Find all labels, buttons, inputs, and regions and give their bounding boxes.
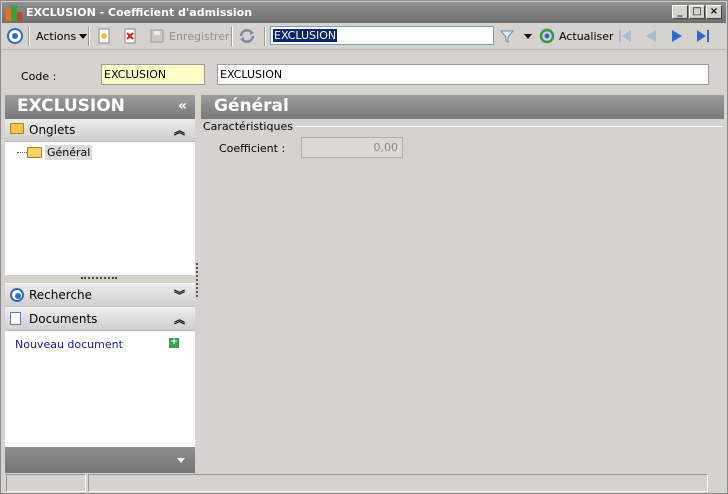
nav-circle-button[interactable] xyxy=(7,27,23,45)
save-icon xyxy=(150,29,164,43)
collapse-chevron-icon[interactable]: ︽ xyxy=(174,122,185,138)
dropdown-arrow-icon xyxy=(524,33,532,39)
previous-icon[interactable] xyxy=(643,29,659,43)
toolbar: Actions Enregistrer EXCLUSION Actualiser xyxy=(2,23,726,50)
section-recherche[interactable]: Recherche ︾ xyxy=(5,284,195,307)
section-documents-label: Documents xyxy=(29,312,98,326)
coefficient-label: Coefficient : xyxy=(219,142,286,155)
first-icon[interactable] xyxy=(617,29,633,43)
filter-dropdown-button[interactable] xyxy=(524,27,532,45)
new-document-button[interactable] xyxy=(96,27,112,45)
expand-chevron-icon[interactable]: ︾ xyxy=(174,287,185,303)
filter-button[interactable] xyxy=(499,27,515,45)
nav-circle-icon xyxy=(7,28,23,44)
window-title: EXCLUSION - Coefficient d'admission xyxy=(26,6,253,19)
new-document-link[interactable]: Nouveau document xyxy=(15,338,123,351)
group-title: Caractéristiques xyxy=(203,120,295,133)
libelle-field[interactable]: EXCLUSION xyxy=(217,64,709,85)
open-folder-icon xyxy=(27,147,42,158)
coefficient-field[interactable]: 0,00 xyxy=(301,137,403,158)
filter-icon xyxy=(499,30,515,43)
sync-icon xyxy=(239,29,255,43)
left-panel-title: EXCLUSION xyxy=(17,96,125,116)
section-onglets[interactable]: Onglets ︽ xyxy=(5,119,195,142)
documents-area: Nouveau document + xyxy=(5,332,195,447)
search-input-value: EXCLUSION xyxy=(273,29,338,42)
collapse-chevron-icon[interactable]: ︽ xyxy=(174,311,185,327)
tabs-tree: Général xyxy=(5,143,195,275)
left-panel-footer xyxy=(5,447,195,473)
document-icon xyxy=(10,312,21,325)
maximize-button[interactable]: □ xyxy=(689,5,705,19)
actions-menu-button[interactable]: Actions xyxy=(36,27,88,45)
status-cell xyxy=(6,474,86,492)
section-onglets-label: Onglets xyxy=(29,123,76,137)
close-button[interactable]: × xyxy=(706,5,722,19)
minimize-button[interactable]: _ xyxy=(672,5,688,19)
horizontal-splitter[interactable] xyxy=(5,275,195,283)
folder-icon xyxy=(10,123,24,134)
section-documents[interactable]: Documents ︽ xyxy=(5,308,195,331)
section-recherche-label: Recherche xyxy=(29,288,93,302)
left-panel-header: EXCLUSION « xyxy=(5,95,195,119)
right-panel-title: Général xyxy=(214,96,289,116)
search-circle-icon xyxy=(10,288,24,302)
delete-icon xyxy=(124,28,136,44)
refresh-label: Actualiser xyxy=(559,29,614,43)
collapse-panel-button[interactable]: « xyxy=(178,98,187,114)
footer-dropdown-icon[interactable] xyxy=(177,458,185,463)
search-input[interactable]: EXCLUSION xyxy=(270,26,494,45)
next-icon[interactable] xyxy=(669,29,685,43)
code-field[interactable]: EXCLUSION xyxy=(101,64,205,85)
last-icon[interactable] xyxy=(695,29,711,43)
toolbar-separator xyxy=(88,27,90,46)
tree-item-label: Général xyxy=(45,145,93,160)
actions-label: Actions xyxy=(36,29,77,43)
refresh-icon xyxy=(539,28,555,44)
dropdown-arrow-icon xyxy=(79,33,88,39)
status-cell xyxy=(88,474,708,492)
left-panel: EXCLUSION « Onglets ︽ Général Recherche … xyxy=(5,95,195,473)
vertical-splitter[interactable] xyxy=(196,263,198,297)
toolbar-separator xyxy=(28,27,30,46)
refresh-button[interactable]: Actualiser xyxy=(539,27,614,45)
status-bar xyxy=(2,473,726,493)
new-document-icon xyxy=(98,28,110,44)
right-panel-header: Général xyxy=(201,95,724,119)
sync-button[interactable] xyxy=(238,27,256,45)
application-window: EXCLUSION - Coefficient d'admission _ □ … xyxy=(0,0,728,494)
toolbar-separator xyxy=(264,27,266,46)
save-button[interactable]: Enregistrer xyxy=(149,27,230,45)
tree-item-general[interactable]: Général xyxy=(27,145,93,160)
save-label: Enregistrer xyxy=(169,29,230,43)
add-document-icon[interactable]: + xyxy=(169,338,179,348)
toolbar-separator xyxy=(231,27,233,46)
code-label: Code : xyxy=(21,70,57,83)
delete-button[interactable] xyxy=(122,27,138,45)
app-logo-icon xyxy=(6,5,22,21)
group-divider xyxy=(283,126,723,127)
title-bar: EXCLUSION - Coefficient d'admission _ □ … xyxy=(2,2,726,23)
